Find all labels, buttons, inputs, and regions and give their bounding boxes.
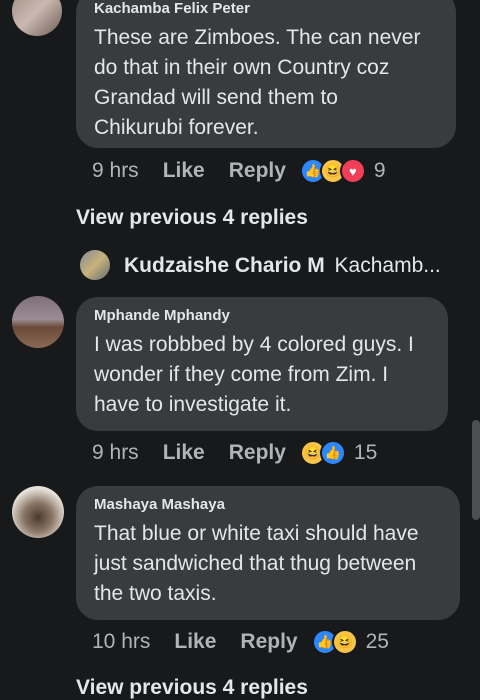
like-button[interactable]: Like bbox=[174, 630, 216, 654]
reactions-summary[interactable]: 👍 😆 25 bbox=[311, 629, 389, 655]
avatar-kachamba[interactable] bbox=[12, 0, 62, 36]
like-icon: 👍 bbox=[319, 440, 346, 466]
reply-button[interactable]: Reply bbox=[229, 441, 286, 465]
reactions-summary[interactable]: 😆 👍 15 bbox=[299, 440, 378, 466]
avatar-mphande[interactable] bbox=[12, 296, 64, 348]
comment-author[interactable]: Mphande Mphandy bbox=[94, 307, 430, 324]
reaction-count: 9 bbox=[373, 159, 386, 182]
comment-text: These are Zimboes. The can never do that… bbox=[94, 26, 421, 139]
comment-time[interactable]: 10 hrs bbox=[92, 630, 150, 654]
haha-icon: 😆 bbox=[331, 629, 358, 655]
comment-bubble: Mphande Mphandy I was robbbed by 4 color… bbox=[76, 297, 448, 431]
avatar-kudzaishe[interactable] bbox=[80, 250, 110, 280]
reply-preview-snippet: Kachamb... bbox=[334, 254, 441, 277]
love-icon: ♥ bbox=[339, 158, 366, 184]
avatar-mashaya[interactable] bbox=[12, 486, 64, 538]
reply-button[interactable]: Reply bbox=[229, 159, 286, 183]
comment-actions: 9 hrs Like Reply 👍 😆 ♥ 9 bbox=[92, 158, 386, 184]
comment-author[interactable]: Mashaya Mashaya bbox=[94, 496, 442, 513]
view-previous-replies-link[interactable]: View previous 4 replies bbox=[76, 206, 308, 230]
comment-time[interactable]: 9 hrs bbox=[92, 441, 139, 465]
reactions-summary[interactable]: 👍 😆 ♥ 9 bbox=[299, 158, 386, 184]
comment-text: I was robbbed by 4 colored guys. I wonde… bbox=[94, 333, 414, 416]
like-button[interactable]: Like bbox=[163, 159, 205, 183]
comment-text: That blue or white taxi should have just… bbox=[94, 522, 419, 605]
reply-button[interactable]: Reply bbox=[240, 630, 297, 654]
comment-author[interactable]: Kachamba Felix Peter bbox=[94, 0, 438, 17]
comment-bubble: Mashaya Mashaya That blue or white taxi … bbox=[76, 486, 460, 620]
comment-bubble: Kachamba Felix Peter These are Zimboes. … bbox=[76, 0, 456, 148]
view-previous-replies-link[interactable]: View previous 4 replies bbox=[76, 676, 308, 700]
like-button[interactable]: Like bbox=[163, 441, 205, 465]
scrollbar[interactable] bbox=[472, 420, 480, 520]
reaction-count: 15 bbox=[353, 441, 378, 464]
reply-preview[interactable]: Kudzaishe Chario M Kachamb... bbox=[124, 254, 441, 278]
comment-actions: 10 hrs Like Reply 👍 😆 25 bbox=[92, 629, 389, 655]
comment-time[interactable]: 9 hrs bbox=[92, 159, 139, 183]
reply-preview-name: Kudzaishe Chario M bbox=[124, 254, 325, 277]
reaction-count: 25 bbox=[365, 630, 389, 653]
comment-actions: 9 hrs Like Reply 😆 👍 15 bbox=[92, 440, 377, 466]
